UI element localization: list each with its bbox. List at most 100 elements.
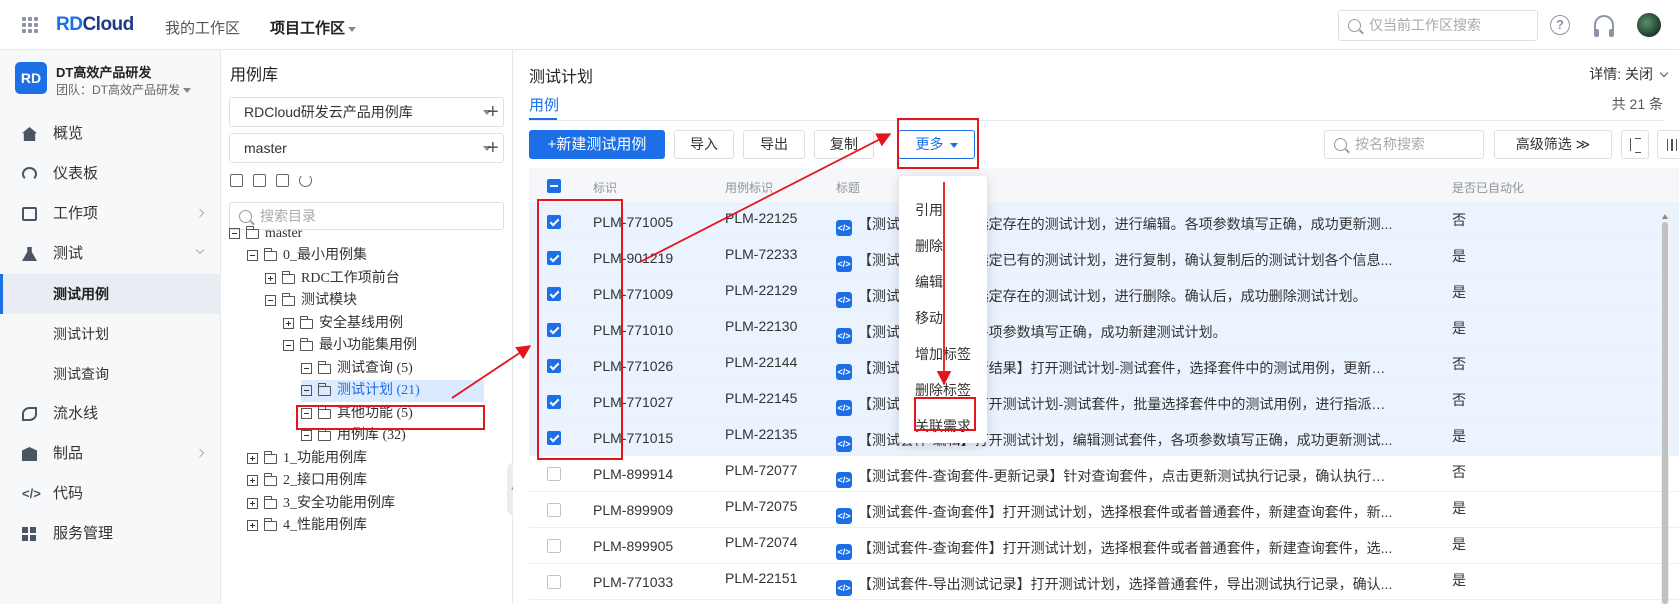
row-id[interactable]: PLM-771026 [593, 358, 673, 374]
export-button[interactable]: 导出 [743, 130, 805, 159]
add-branch-button[interactable]: + [487, 138, 499, 158]
sidebar-item-code[interactable]: </> 代码 [0, 474, 221, 514]
row-id[interactable]: PLM-771015 [593, 430, 673, 446]
refresh-icon[interactable] [299, 174, 312, 187]
tree-node[interactable]: 4_性能用例库 [247, 515, 367, 537]
table-row[interactable]: PLM-771033 PLM-22151 </> 【测试套件-导出测试记录】打开测… [529, 564, 1679, 600]
collapse-toggle-icon[interactable] [301, 385, 312, 397]
sidebar-item-overview[interactable]: 概览 [0, 114, 221, 154]
team-badge[interactable]: RD [15, 62, 47, 94]
column-header-automated[interactable]: 是否已自动化 [1452, 179, 1524, 196]
sidebar-item-dashboard[interactable]: 仪表板 [0, 154, 221, 194]
tree-node[interactable]: master [229, 223, 302, 245]
collapse-toggle-icon[interactable] [283, 340, 294, 352]
sidebar-item-test-cases[interactable]: 测试用例 [0, 274, 221, 314]
import-button[interactable]: 导入 [674, 130, 734, 159]
tree-node[interactable]: 最小功能集用例 [283, 335, 417, 357]
new-test-case-button[interactable]: +新建测试用例 [529, 130, 665, 159]
tree-node[interactable]: RDC工作项前台 [265, 268, 400, 290]
row-title[interactable]: </> 【测试套件-查询套件】打开测试计划，选择根套件或者普通套件，新建查询套件，… [836, 502, 1396, 524]
sort-button[interactable] [1621, 130, 1649, 159]
row-id[interactable]: PLM-771005 [593, 214, 673, 230]
row-checkbox[interactable] [547, 251, 561, 265]
collapse-toggle-icon[interactable] [265, 295, 276, 307]
table-row[interactable]: PLM-901219 PLM-72233 </> 【测试计划-复制】选定已有的测试… [529, 240, 1679, 276]
tree-node[interactable]: 安全基线用例 [283, 313, 403, 335]
tree-node[interactable]: 2_接口用例库 [247, 470, 367, 492]
name-search-input[interactable]: 按名称搜索 [1324, 130, 1484, 159]
row-id[interactable]: PLM-899914 [593, 466, 673, 482]
detail-toggle[interactable]: 详情: 关闭 [1589, 64, 1669, 84]
collapse-all-icon[interactable] [253, 174, 266, 187]
select-all-checkbox[interactable] [547, 179, 561, 193]
table-row[interactable]: PLM-899909 PLM-72075 </> 【测试套件-查询套件】打开测试计… [529, 492, 1679, 528]
row-id[interactable]: PLM-771009 [593, 286, 673, 302]
advanced-filter-button[interactable]: 高级筛选 ≫ [1494, 130, 1612, 159]
layers-icon[interactable] [276, 174, 289, 187]
app-grid-icon[interactable] [22, 17, 38, 33]
row-checkbox[interactable] [547, 287, 561, 301]
row-checkbox[interactable] [547, 467, 561, 481]
sidebar-item-test-plans[interactable]: 测试计划 [0, 314, 221, 354]
row-id[interactable]: PLM-771027 [593, 394, 673, 410]
collapse-toggle-icon[interactable] [301, 363, 312, 375]
tree-node-selected[interactable]: 测试计划 (21) [301, 380, 484, 402]
tree-node[interactable]: 用例库 (32) [301, 425, 406, 447]
row-checkbox[interactable] [547, 395, 561, 409]
table-row[interactable]: PLM-899914 PLM-72077 </> 【测试套件-查询套件-更新记录】… [529, 456, 1679, 492]
menu-item-edit[interactable]: 编辑 [915, 272, 943, 292]
menu-item-remove-tag[interactable]: 删除标签 [915, 380, 971, 400]
tree-node[interactable]: 测试模块 [265, 290, 357, 312]
more-button[interactable]: 更多 [898, 130, 975, 159]
menu-item-reference[interactable]: 引用 [915, 200, 943, 220]
row-id[interactable]: PLM-771010 [593, 322, 673, 338]
row-title[interactable]: </> 【测试套件-查询套件-更新记录】针对查询套件，点击更新测试执行记录，确认执… [836, 466, 1396, 488]
tree-node[interactable]: 0_最小用例集 [247, 245, 367, 267]
row-checkbox[interactable] [547, 539, 561, 553]
sidebar-item-workitems[interactable]: 工作项 [0, 194, 221, 234]
table-row[interactable]: PLM-899905 PLM-72074 </> 【测试套件-查询套件】打开测试计… [529, 528, 1679, 564]
collapse-toggle-icon[interactable] [301, 408, 312, 420]
menu-item-add-tag[interactable]: 增加标签 [915, 344, 971, 364]
tab-cases[interactable]: 用例 [529, 94, 559, 115]
row-checkbox[interactable] [547, 359, 561, 373]
column-header-title[interactable]: 标题 [836, 179, 860, 196]
collapse-toggle-icon[interactable] [229, 228, 240, 240]
branch-select[interactable]: master [229, 133, 504, 163]
scrollbar-thumb[interactable] [1662, 222, 1668, 604]
row-id[interactable]: PLM-899905 [593, 538, 673, 554]
menu-item-delete[interactable]: 删除 [915, 236, 943, 256]
collapse-toggle-icon[interactable] [301, 430, 312, 442]
row-id[interactable]: PLM-899909 [593, 502, 673, 518]
tree-node[interactable]: 其他功能 (5) [301, 403, 413, 425]
expand-toggle-icon[interactable] [247, 453, 258, 465]
team-name[interactable]: DT高效产品研发 [56, 62, 151, 81]
table-row[interactable]: PLM-771015 PLM-22135 </> 【测试套件-编辑】打开测试计划，… [529, 420, 1679, 456]
row-checkbox[interactable] [547, 575, 561, 589]
row-title[interactable]: </> 【测试套件-查询套件】打开测试计划，选择根套件或者普通套件，新建查询套件，… [836, 538, 1396, 560]
table-row[interactable]: PLM-771005 PLM-22125 </> 【测试计划-编辑】选定存在的测试… [529, 204, 1679, 240]
team-switcher[interactable]: 团队：DT高效产品研发 [56, 81, 191, 98]
scroll-up-icon[interactable] [1662, 214, 1668, 219]
row-checkbox[interactable] [547, 503, 561, 517]
expand-toggle-icon[interactable] [283, 318, 294, 330]
sidebar-item-test[interactable]: 测试 [0, 234, 221, 274]
menu-item-link-requirement[interactable]: 关联需求 [915, 416, 971, 436]
row-checkbox[interactable] [547, 323, 561, 337]
headset-icon[interactable] [1594, 15, 1614, 37]
logo[interactable]: RDCloud [56, 14, 134, 36]
menu-item-move[interactable]: 移动 [915, 308, 943, 328]
table-row[interactable]: PLM-771027 PLM-22145 </> 【测试套件-指派】打开测试计划-… [529, 384, 1679, 420]
add-library-button[interactable]: + [487, 102, 499, 122]
table-row[interactable]: PLM-771026 PLM-22144 </> 【测试套件-更新执行结果】打开测… [529, 348, 1679, 384]
copy-button[interactable]: 复制 [814, 130, 874, 159]
nav-project-workspace[interactable]: 项目工作区 [270, 17, 357, 38]
row-title[interactable]: </> 【测试套件-导出测试记录】打开测试计划，选择普通套件，导出测试执行记录，确… [836, 574, 1396, 596]
collapse-toggle-icon[interactable] [247, 250, 258, 262]
sidebar-item-service-management[interactable]: 服务管理 [0, 514, 221, 554]
column-header-id[interactable]: 标识 [593, 179, 617, 196]
expand-toggle-icon[interactable] [247, 475, 258, 487]
workspace-search-input[interactable]: 仅当前工作区搜索 [1338, 10, 1538, 41]
tree-node[interactable]: 测试查询 (5) [301, 358, 413, 380]
row-checkbox[interactable] [547, 431, 561, 445]
